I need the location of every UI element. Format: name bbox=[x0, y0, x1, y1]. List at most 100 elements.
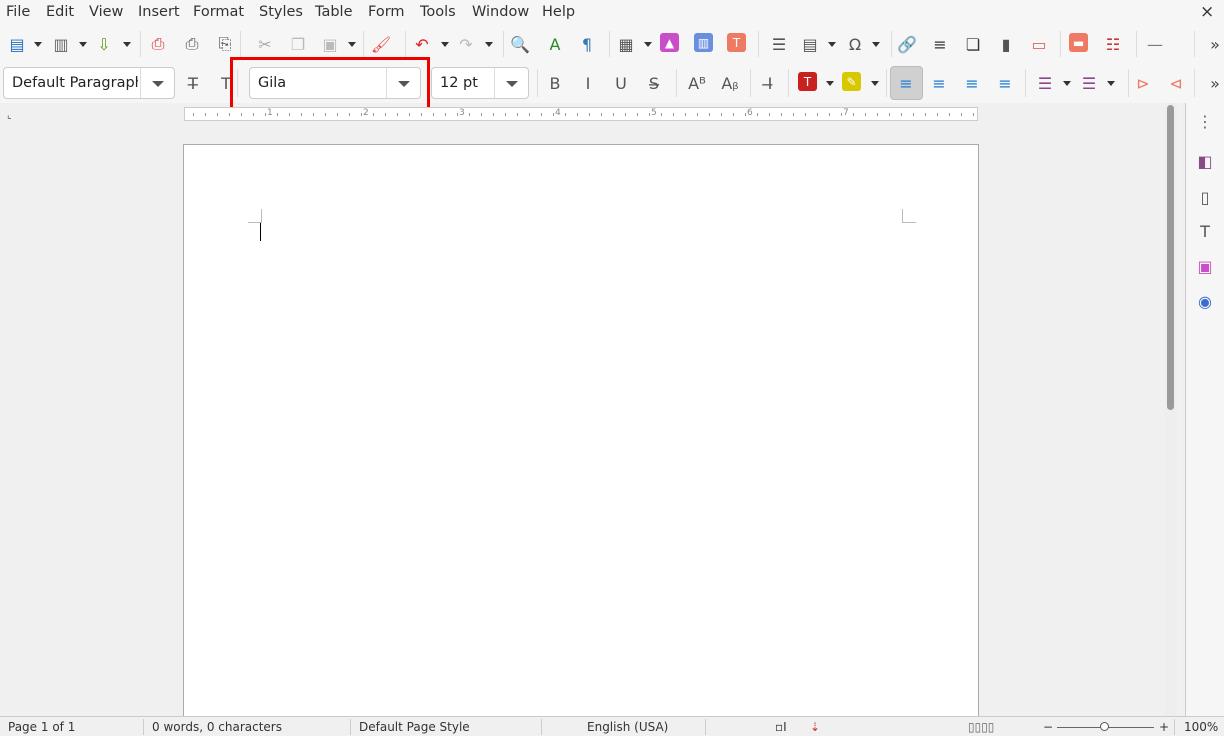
align-right-icon[interactable]: ≡ bbox=[961, 72, 983, 94]
dropdown-arrow-icon[interactable] bbox=[644, 42, 652, 47]
justify-icon[interactable]: ≡ bbox=[994, 72, 1016, 94]
decrease-indent-icon[interactable]: ⊲ bbox=[1165, 72, 1187, 94]
spelling-icon[interactable]: A bbox=[544, 33, 566, 55]
hyperlink-icon[interactable]: 🔗 bbox=[896, 33, 918, 55]
dropdown-arrow-icon[interactable] bbox=[348, 42, 356, 47]
save-icon[interactable]: ⇩ bbox=[93, 33, 115, 55]
templates-icon[interactable]: ▥ bbox=[50, 33, 72, 55]
dropdown-arrow-icon[interactable] bbox=[441, 42, 449, 47]
undo-icon[interactable]: ↶ bbox=[411, 33, 433, 55]
subscript-icon[interactable]: Aᵦ bbox=[719, 72, 741, 94]
zoom-level[interactable]: 100% bbox=[1184, 720, 1218, 734]
zoom-in-icon[interactable]: + bbox=[1159, 720, 1169, 734]
clear-style-icon[interactable]: T̶ bbox=[182, 72, 204, 94]
comment-icon[interactable]: ▬ bbox=[1069, 33, 1088, 52]
increase-indent-icon[interactable]: ⊳ bbox=[1132, 72, 1154, 94]
find-replace-icon[interactable]: 🔍 bbox=[509, 33, 531, 55]
paragraph-style-combo[interactable]: Default Paragraph Style bbox=[3, 67, 175, 99]
more-icon[interactable]: » bbox=[1204, 33, 1224, 55]
page-count[interactable]: Page 1 of 1 bbox=[8, 720, 75, 734]
menu-table[interactable]: Table bbox=[315, 4, 353, 20]
insert-table-icon[interactable]: ▦ bbox=[615, 33, 637, 55]
strikethrough-icon[interactable]: S̶ bbox=[643, 72, 665, 94]
menu-format[interactable]: Format bbox=[193, 4, 244, 20]
print-preview-icon[interactable]: ⎘ bbox=[214, 33, 236, 55]
sidebar-menu-icon[interactable]: ⋮ bbox=[1194, 110, 1216, 132]
new-document-icon[interactable]: ▤ bbox=[6, 33, 28, 55]
menu-edit[interactable]: Edit bbox=[46, 4, 74, 20]
bookmark-icon[interactable]: ▮ bbox=[995, 33, 1017, 55]
dropdown-arrow-icon[interactable] bbox=[872, 42, 880, 47]
page-style[interactable]: Default Page Style bbox=[359, 720, 470, 734]
menu-help[interactable]: Help bbox=[542, 4, 575, 20]
numbered-list-icon[interactable]: ☰ bbox=[1078, 72, 1100, 94]
font-size-value[interactable]: 12 pt bbox=[440, 75, 478, 91]
bulleted-list-icon[interactable]: ☰ bbox=[1034, 72, 1056, 94]
dropdown-arrow-icon[interactable] bbox=[123, 42, 131, 47]
dropdown-arrow-icon[interactable] bbox=[826, 81, 834, 86]
gallery-icon[interactable]: ▣ bbox=[1194, 255, 1216, 277]
paste-icon[interactable]: ▣ bbox=[319, 33, 341, 55]
dropdown-arrow-icon[interactable] bbox=[485, 42, 493, 47]
clear-direct-formatting-icon[interactable]: I̶ bbox=[759, 72, 781, 94]
view-layout-icon[interactable]: ▯▯▯▯ bbox=[968, 720, 994, 734]
redo-icon[interactable]: ↷ bbox=[455, 33, 477, 55]
horizontal-ruler[interactable]: 1 2 3 4 5 6 7 bbox=[184, 107, 978, 121]
clone-formatting-icon[interactable]: 🖌 bbox=[370, 33, 392, 55]
cut-icon[interactable]: ✂ bbox=[254, 33, 276, 55]
zoom-out-icon[interactable]: − bbox=[1043, 720, 1053, 734]
special-character-icon[interactable]: Ω bbox=[844, 33, 866, 55]
dropdown-arrow-icon[interactable] bbox=[871, 81, 879, 86]
menu-tools[interactable]: Tools bbox=[420, 4, 456, 20]
chevron-down-icon[interactable] bbox=[140, 68, 174, 98]
scrollbar-thumb[interactable] bbox=[1167, 105, 1174, 410]
word-count[interactable]: 0 words, 0 characters bbox=[152, 720, 282, 734]
more-icon[interactable]: » bbox=[1204, 72, 1224, 94]
language[interactable]: English (USA) bbox=[587, 720, 668, 734]
cross-reference-icon[interactable]: ▭ bbox=[1028, 33, 1050, 55]
page-icon[interactable]: ▯ bbox=[1194, 186, 1216, 208]
track-changes-icon[interactable]: ☷ bbox=[1102, 33, 1124, 55]
menu-insert[interactable]: Insert bbox=[138, 4, 180, 20]
footnote-icon[interactable]: ≡ bbox=[929, 33, 951, 55]
signature-icon[interactable]: ⇣ bbox=[810, 720, 820, 734]
dropdown-arrow-icon[interactable] bbox=[79, 42, 87, 47]
menu-window[interactable]: Window bbox=[472, 4, 529, 20]
insert-chart-icon[interactable]: ▥ bbox=[694, 33, 713, 52]
zoom-slider-handle[interactable] bbox=[1100, 722, 1109, 731]
export-pdf-icon[interactable]: ⎙ bbox=[147, 33, 169, 55]
copy-icon[interactable]: ❐ bbox=[287, 33, 309, 55]
tab-stop-icon[interactable]: ⌞ bbox=[7, 110, 12, 121]
page-break-icon[interactable]: ☰ bbox=[768, 33, 790, 55]
highlighting-icon[interactable]: ✎ bbox=[842, 72, 861, 91]
insert-text-box-icon[interactable]: T bbox=[727, 33, 746, 52]
bold-icon[interactable]: B bbox=[544, 72, 566, 94]
endnote-icon[interactable]: ❏ bbox=[962, 33, 984, 55]
paragraph-style-value[interactable]: Default Paragraph Style bbox=[12, 75, 138, 91]
italic-icon[interactable]: I bbox=[577, 72, 599, 94]
underline-icon[interactable]: U bbox=[610, 72, 632, 94]
styles-icon[interactable]: T bbox=[1194, 220, 1216, 242]
menu-form[interactable]: Form bbox=[368, 4, 405, 20]
properties-icon[interactable]: ◧ bbox=[1194, 150, 1216, 172]
horizontal-line-icon[interactable]: — bbox=[1144, 33, 1166, 55]
insert-image-icon[interactable]: ▲ bbox=[660, 33, 679, 52]
insert-mode-icon[interactable]: ▫I bbox=[775, 720, 787, 734]
chevron-down-icon[interactable] bbox=[494, 68, 528, 98]
dropdown-arrow-icon[interactable] bbox=[1063, 81, 1071, 86]
insert-field-icon[interactable]: ▤ bbox=[799, 33, 821, 55]
dropdown-arrow-icon[interactable] bbox=[34, 42, 42, 47]
superscript-icon[interactable]: Aᴮ bbox=[686, 72, 708, 94]
print-icon[interactable]: ⎙ bbox=[181, 33, 203, 55]
formatting-marks-icon[interactable]: ¶ bbox=[576, 33, 598, 55]
align-left-icon[interactable]: ≡ bbox=[895, 72, 917, 94]
navigator-icon[interactable]: ◉ bbox=[1194, 290, 1216, 312]
menu-styles[interactable]: Styles bbox=[259, 4, 303, 20]
document-page[interactable] bbox=[183, 144, 979, 724]
font-color-icon[interactable]: T bbox=[798, 72, 817, 91]
menu-file[interactable]: File bbox=[6, 4, 30, 20]
align-center-icon[interactable]: ≡ bbox=[928, 72, 950, 94]
menu-view[interactable]: View bbox=[89, 4, 123, 20]
dropdown-arrow-icon[interactable] bbox=[1107, 81, 1115, 86]
font-size-combo[interactable]: 12 pt bbox=[431, 67, 529, 99]
